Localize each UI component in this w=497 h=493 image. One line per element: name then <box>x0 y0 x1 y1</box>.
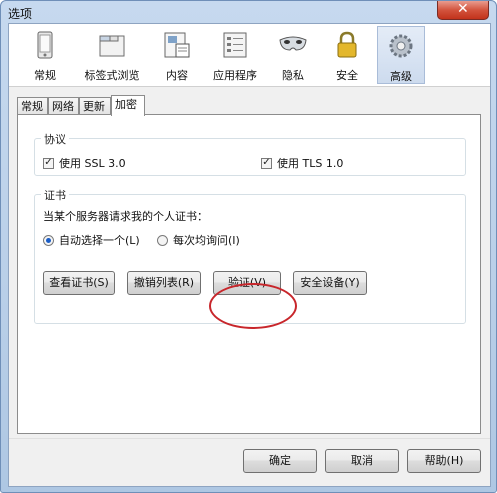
gear-icon <box>389 34 413 58</box>
toolbar-label: 安全 <box>336 69 358 82</box>
checkbox-box: ✓ <box>43 157 54 169</box>
close-icon: ✕ <box>457 1 469 17</box>
encryption-panel: 协议 ✓ 使用 SSL 3.0 ✓ 使用 TLS 1.0 证书 当某个服务器请求… <box>17 114 481 434</box>
toolbar-label: 应用程序 <box>213 69 257 82</box>
ok-button[interactable]: 确定 <box>243 449 317 473</box>
validation-button[interactable]: 验证(V) <box>213 271 281 295</box>
footer-divider <box>9 438 490 439</box>
radio-button <box>157 234 168 246</box>
tab-label: 更新 <box>83 100 105 113</box>
close-button[interactable]: ✕ <box>437 1 489 20</box>
help-button[interactable]: 帮助(H) <box>407 449 481 473</box>
certificates-group: 证书 当某个服务器请求我的个人证书： 自动选择一个(L) 每次均询问(I) 查看… <box>34 187 466 324</box>
toolbar-label: 隐私 <box>282 69 304 82</box>
toolbar-item-applications[interactable]: 应用程序 <box>207 26 263 84</box>
toolbar-label: 内容 <box>166 69 188 82</box>
category-toolbar: 常规 标签式浏览 内容 应用程序 隐私 安全 高级 <box>9 24 490 87</box>
toolbar-label: 标签式浏览 <box>84 69 140 82</box>
view-certificates-button[interactable]: 查看证书(S) <box>43 271 115 295</box>
window-title: 选项 <box>8 7 33 21</box>
toolbar-label: 常规 <box>34 69 56 82</box>
radio-label: 自动选择一个(L) <box>59 234 140 247</box>
tab-encryption[interactable]: 加密 <box>111 95 145 116</box>
checkbox-box: ✓ <box>261 157 272 169</box>
tls-label: 使用 TLS 1.0 <box>277 157 344 170</box>
protocols-group: 协议 ✓ 使用 SSL 3.0 ✓ 使用 TLS 1.0 <box>34 131 466 176</box>
title-bar[interactable]: 选项 ✕ <box>1 1 496 23</box>
tab-label: 常规 <box>21 100 43 113</box>
cancel-button[interactable]: 取消 <box>325 449 399 473</box>
applications-list-icon <box>223 32 247 58</box>
tab-network[interactable]: 网络 <box>48 97 79 114</box>
tab-update[interactable]: 更新 <box>79 97 111 114</box>
radio-auto-select[interactable]: 自动选择一个(L) <box>43 232 140 248</box>
privacy-mask-icon <box>279 36 307 51</box>
certificates-legend: 证书 <box>41 187 69 203</box>
tab-general[interactable]: 常规 <box>17 97 48 114</box>
options-window: 选项 ✕ 常规 标签式浏览 内容 应用程序 隐私 安全 高级 常规 网络 更新 … <box>0 0 497 493</box>
security-devices-button[interactable]: 安全设备(Y) <box>293 271 367 295</box>
phone-icon <box>37 31 53 59</box>
tab-label: 加密 <box>115 98 137 111</box>
radio-label: 每次均询问(I) <box>173 234 240 247</box>
ssl-checkbox[interactable]: ✓ 使用 SSL 3.0 <box>43 155 126 171</box>
tls-checkbox[interactable]: ✓ 使用 TLS 1.0 <box>261 155 343 171</box>
toolbar-item-privacy[interactable]: 隐私 <box>273 26 313 84</box>
dialog-client: 常规 标签式浏览 内容 应用程序 隐私 安全 高级 常规 网络 更新 加密 协议… <box>8 23 491 487</box>
ssl-label: 使用 SSL 3.0 <box>59 157 126 170</box>
toolbar-label: 高级 <box>390 70 412 83</box>
toolbar-item-advanced[interactable]: 高级 <box>377 26 425 84</box>
radio-ask-every-time[interactable]: 每次均询问(I) <box>157 232 240 248</box>
tabs-window-icon <box>99 35 125 57</box>
revocation-lists-button[interactable]: 撤销列表(R) <box>127 271 201 295</box>
protocols-legend: 协议 <box>41 131 69 147</box>
certificate-prompt: 当某个服务器请求我的个人证书： <box>43 210 208 223</box>
radio-button <box>43 234 54 246</box>
page-content-icon <box>164 32 190 58</box>
toolbar-item-security[interactable]: 安全 <box>327 26 367 84</box>
toolbar-item-tabs[interactable]: 标签式浏览 <box>79 26 145 84</box>
tab-label: 网络 <box>52 100 74 113</box>
padlock-icon <box>337 31 357 58</box>
toolbar-item-content[interactable]: 内容 <box>157 26 197 84</box>
toolbar-item-general[interactable]: 常规 <box>25 26 65 84</box>
